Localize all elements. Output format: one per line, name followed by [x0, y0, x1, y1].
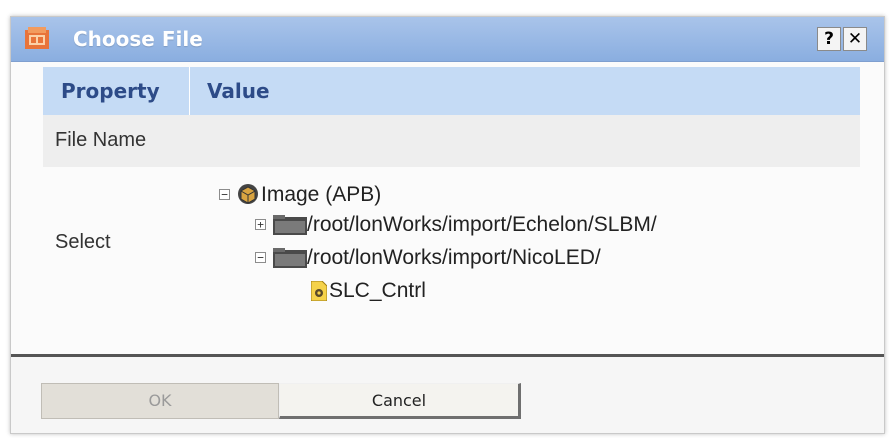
folder-icon — [273, 215, 307, 235]
image-package-icon — [238, 184, 258, 204]
folder-icon — [273, 248, 307, 268]
dialog-titlebar[interactable]: Choose File ? ✕ — [11, 17, 884, 62]
grid-header: Property Value — [43, 67, 860, 115]
column-separator — [189, 67, 190, 115]
tree-node-label: /root/lonWorks/import/NicoLED/ — [307, 246, 601, 269]
tree-node-echelon-slbm[interactable]: + /root/lonWorks/import/Echelon/SLBM/ — [255, 211, 815, 241]
expand-icon[interactable]: + — [255, 219, 266, 230]
column-header-value[interactable]: Value — [207, 67, 270, 115]
close-button[interactable]: ✕ — [843, 27, 867, 51]
tree-node-label: /root/lonWorks/import/Echelon/SLBM/ — [307, 213, 657, 236]
table-row-file-name: File Name — [43, 115, 860, 167]
tree-node-image-apb[interactable]: − Image (APB) — [219, 181, 479, 211]
application-icon — [25, 27, 49, 49]
dialog-title: Choose File — [73, 27, 203, 51]
tree-node-nicoled[interactable]: − /root/lonWorks/import/NicoLED/ — [255, 244, 775, 274]
help-icon: ? — [824, 29, 834, 49]
ok-button[interactable]: OK — [41, 383, 279, 419]
cancel-button[interactable]: Cancel — [279, 383, 521, 419]
tree-node-label: Image (APB) — [261, 183, 382, 206]
column-header-property[interactable]: Property — [61, 67, 160, 115]
collapse-icon[interactable]: − — [255, 252, 266, 263]
help-button[interactable]: ? — [817, 27, 841, 51]
file-name-label: File Name — [55, 129, 147, 151]
table-row-select: Select − Image (APB) + /root/lonWorks/im… — [43, 167, 860, 319]
tree-node-label: SLC_Cntrl — [329, 279, 426, 302]
file-icon — [311, 281, 327, 301]
close-icon: ✕ — [847, 29, 863, 49]
tree-node-slc-cntrl[interactable]: SLC_Cntrl — [309, 277, 509, 307]
choose-file-dialog: Choose File ? ✕ Property Value File Name… — [10, 16, 885, 434]
collapse-icon[interactable]: − — [219, 189, 230, 200]
select-label: Select — [55, 231, 111, 253]
